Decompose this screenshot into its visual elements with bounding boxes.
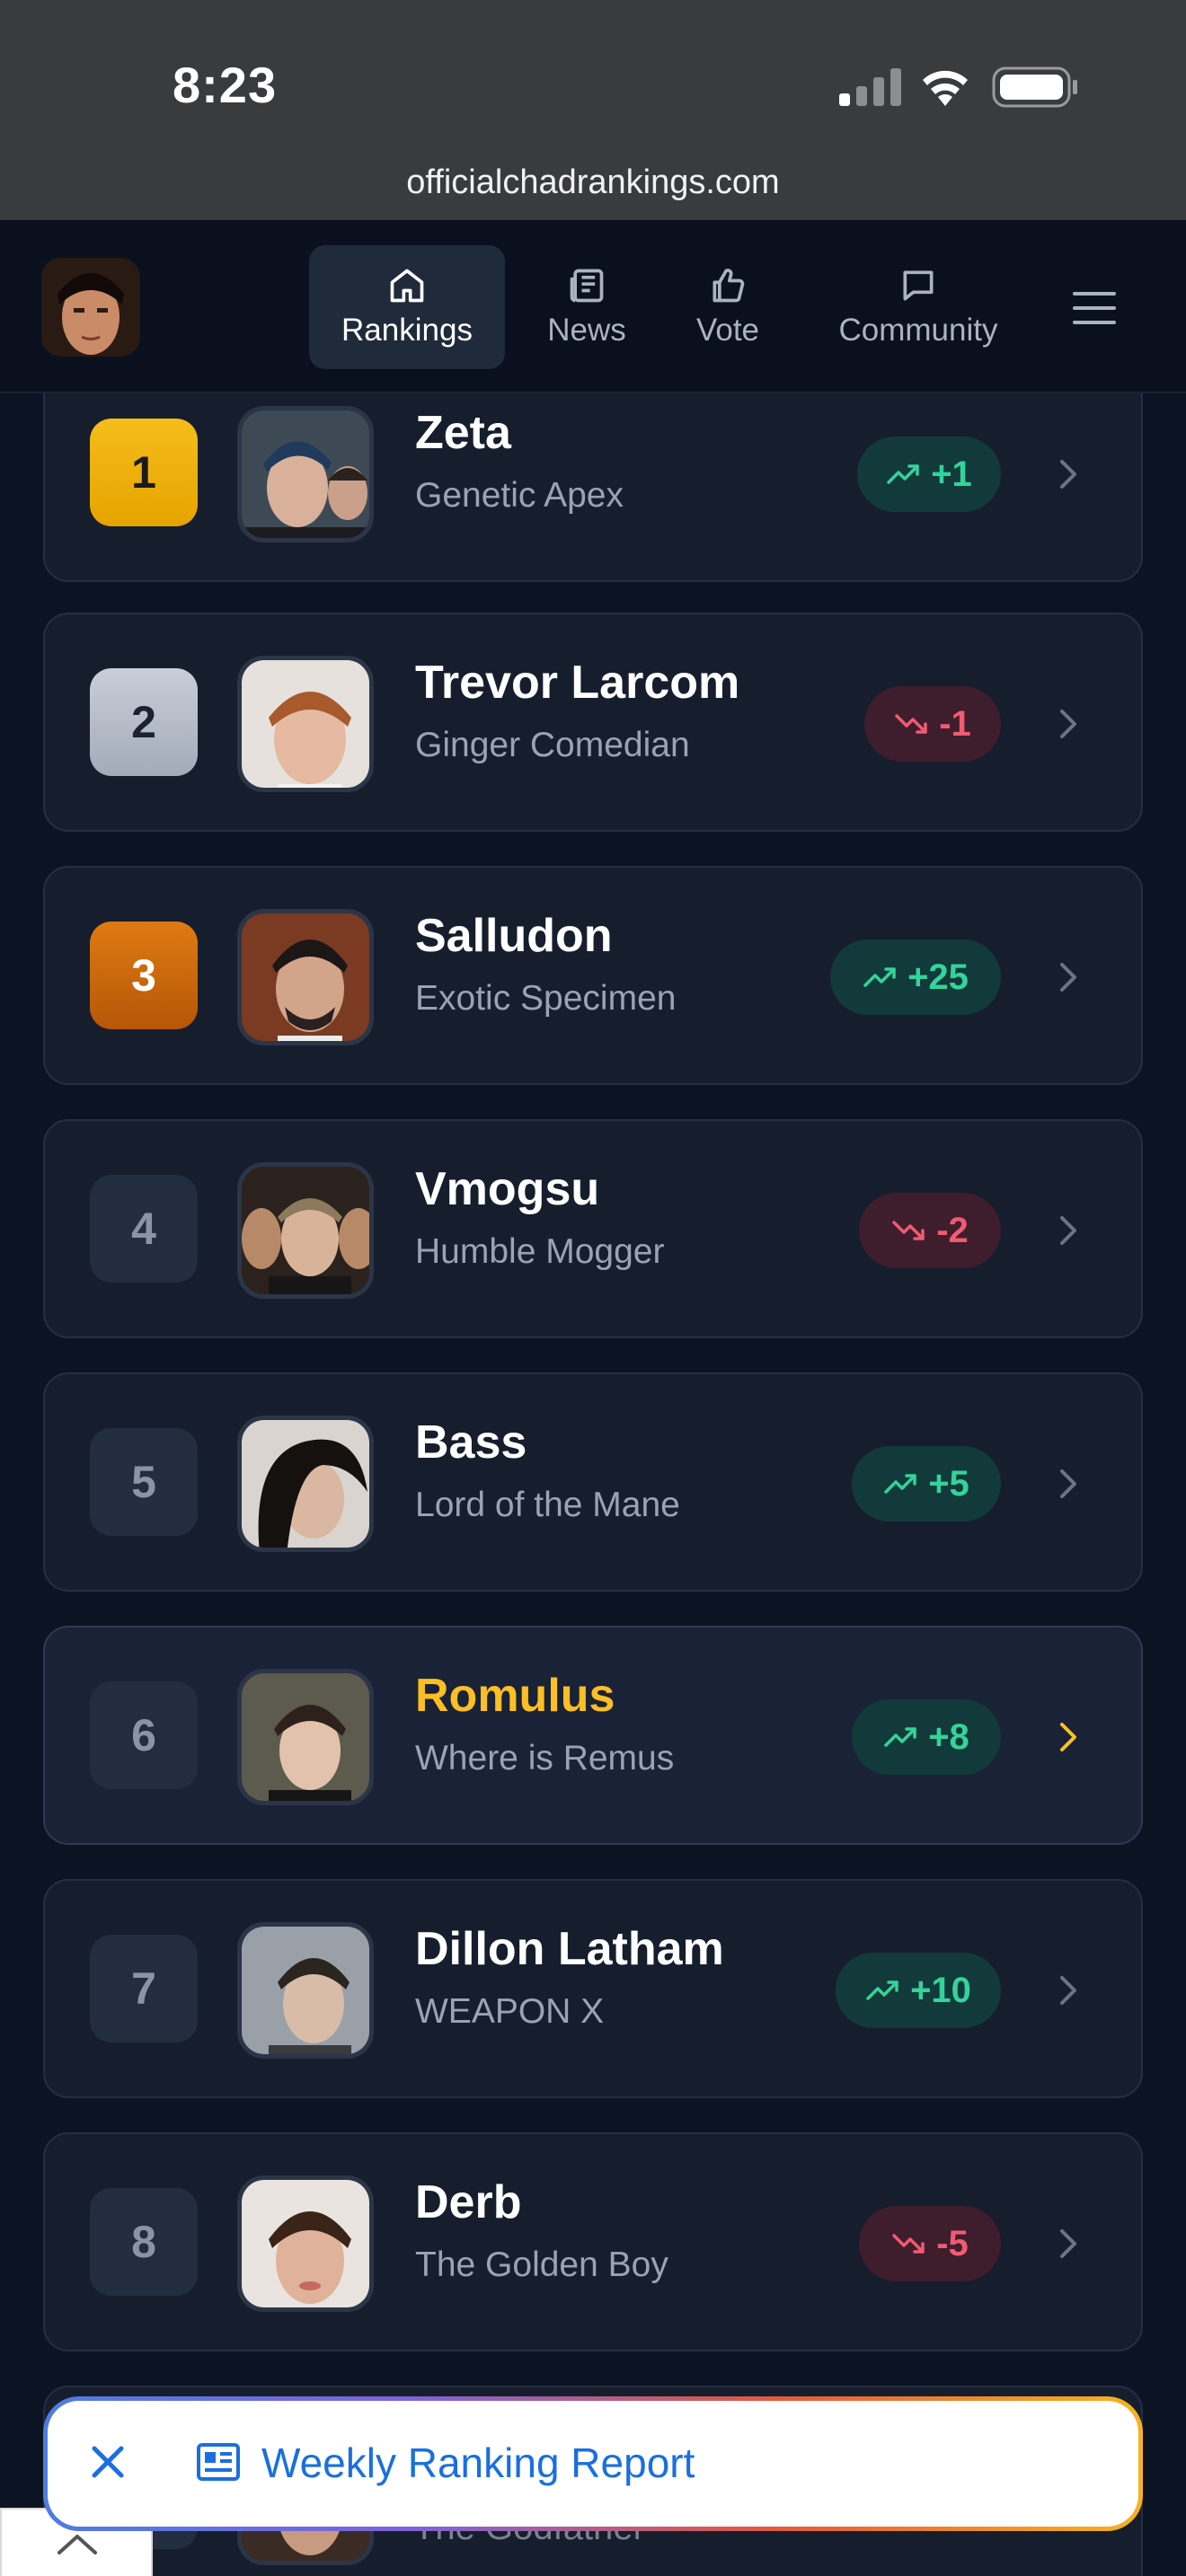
nav-tab-news[interactable]: News <box>526 245 648 369</box>
address-bar-url[interactable]: officialchadrankings.com <box>0 163 1186 202</box>
rank-badge: 8 <box>90 2188 198 2296</box>
chevron-right-icon <box>1060 963 1076 992</box>
newspaper-icon <box>570 269 604 303</box>
rank-badge: 2 <box>90 668 198 776</box>
chevron-right-icon <box>1060 710 1076 738</box>
rank-change-badge: -2 <box>859 1193 1001 1268</box>
player-title: The Golden Boy <box>415 2245 668 2284</box>
ranking-row[interactable]: 4 Vmogsu Humble Mogger -2 <box>43 1119 1143 1338</box>
nav-tab-label: Rankings <box>341 313 473 348</box>
nav-tab-label: Community <box>838 313 998 348</box>
player-name: Romulus <box>415 1670 615 1722</box>
rank-change-value: -1 <box>939 703 971 744</box>
avatar <box>237 656 374 792</box>
rank-badge: 6 <box>90 1681 198 1789</box>
player-title: Where is Remus <box>415 1739 675 1778</box>
site-logo[interactable] <box>41 258 140 357</box>
top-navigation: Rankings News Vote Community <box>0 220 1186 393</box>
avatar <box>237 1922 374 2059</box>
player-title: Exotic Specimen <box>415 979 677 1018</box>
avatar <box>237 1162 374 1299</box>
weekly-report-banner[interactable]: Weekly Ranking Report <box>43 2396 1143 2531</box>
nav-tab-label: Vote <box>695 313 760 348</box>
newspaper-icon <box>197 2443 240 2481</box>
trending-up-icon <box>884 1474 916 1494</box>
rank-change-badge: -1 <box>864 686 1001 762</box>
player-name: Trevor Larcom <box>415 657 740 709</box>
banner-label: Weekly Ranking Report <box>261 2439 695 2486</box>
player-title: Ginger Comedian <box>415 726 690 764</box>
avatar <box>237 1416 374 1552</box>
ranking-row[interactable]: 8 Derb The Golden Boy -5 <box>43 2132 1143 2351</box>
ranking-row[interactable]: 7 Dillon Latham WEAPON X +10 <box>43 1879 1143 2098</box>
rank-change-value: +10 <box>910 1970 971 2010</box>
chevron-right-icon <box>1060 460 1076 489</box>
player-name: Dillon Latham <box>415 1923 724 1975</box>
chevron-right-icon <box>1060 2229 1076 2258</box>
avatar <box>237 406 374 543</box>
player-name: Bass <box>415 1416 527 1469</box>
ranking-row[interactable]: 3 Salludon Exotic Specimen +25 <box>43 866 1143 1085</box>
avatar <box>237 909 374 1045</box>
hamburger-menu-icon[interactable] <box>1071 290 1118 326</box>
player-name: Derb <box>415 2176 522 2228</box>
rank-change-badge: +8 <box>852 1699 1001 1775</box>
rank-badge: 5 <box>90 1428 198 1536</box>
trending-up-icon <box>863 967 896 987</box>
rank-badge: 1 <box>90 419 198 526</box>
nav-tab-vote[interactable]: Vote <box>669 245 786 369</box>
chevron-right-icon <box>1060 1469 1076 1498</box>
ranking-row[interactable]: 2 Trevor Larcom Ginger Comedian -1 <box>43 613 1143 832</box>
nav-tab-community[interactable]: Community <box>813 245 1023 369</box>
rank-change-value: +1 <box>931 454 972 494</box>
rank-change-badge: -5 <box>859 2206 1001 2281</box>
rank-change-badge: +1 <box>857 437 1001 512</box>
rank-change-value: +25 <box>907 957 969 997</box>
chevron-up-icon <box>58 2535 97 2554</box>
cellular-signal-icon <box>839 68 901 106</box>
status-time: 8:23 <box>173 57 278 113</box>
rank-change-value: +5 <box>928 1463 969 1504</box>
trending-up-icon <box>866 1981 898 2000</box>
avatar <box>237 1669 374 1805</box>
player-title: Humble Mogger <box>415 1232 665 1271</box>
avatar <box>237 2175 374 2312</box>
ranking-row-highlighted[interactable]: 6 Romulus Where is Remus +8 <box>43 1626 1143 1845</box>
player-title: Lord of the Mane <box>415 1486 680 1524</box>
trending-up-icon <box>887 464 919 484</box>
rank-change-badge: +5 <box>852 1446 1001 1522</box>
chevron-right-icon <box>1060 1723 1076 1751</box>
rank-change-badge: +10 <box>836 1953 1001 2028</box>
rank-change-value: -2 <box>936 1210 969 1250</box>
wifi-icon <box>923 70 968 106</box>
battery-icon <box>992 66 1077 108</box>
rank-change-value: +8 <box>928 1716 969 1757</box>
rank-badge: 4 <box>90 1175 198 1283</box>
rank-badge: 3 <box>90 922 198 1029</box>
nav-tab-label: News <box>547 313 626 348</box>
trending-up-icon <box>884 1727 916 1747</box>
player-title: WEAPON X <box>415 1992 605 2031</box>
thumbs-up-icon <box>712 269 745 303</box>
status-bar: 8:23 officialchadrankings.com <box>0 0 1186 220</box>
nav-tab-rankings[interactable]: Rankings <box>309 245 505 369</box>
trending-down-icon <box>895 714 927 734</box>
rankings-list: 1 Zeta Genetic Apex +1 2 Trevor Larcom G… <box>0 393 1186 2576</box>
player-name: Zeta <box>415 407 511 459</box>
close-icon[interactable] <box>87 2441 128 2483</box>
ranking-row[interactable]: 5 Bass Lord of the Mane +5 <box>43 1372 1143 1592</box>
rank-badge: 7 <box>90 1935 198 2042</box>
ranking-row[interactable]: 1 Zeta Genetic Apex +1 <box>43 393 1143 582</box>
rank-change-value: -5 <box>936 2223 969 2263</box>
chevron-right-icon <box>1060 1216 1076 1245</box>
rank-change-badge: +25 <box>830 940 1001 1015</box>
player-name: Salludon <box>415 910 613 962</box>
home-icon <box>390 269 424 303</box>
chat-icon <box>903 270 934 301</box>
trending-down-icon <box>892 1221 925 1240</box>
trending-down-icon <box>892 2234 925 2254</box>
player-name: Vmogsu <box>415 1163 600 1215</box>
chevron-right-icon <box>1060 1976 1076 2005</box>
player-title: Genetic Apex <box>415 476 624 515</box>
